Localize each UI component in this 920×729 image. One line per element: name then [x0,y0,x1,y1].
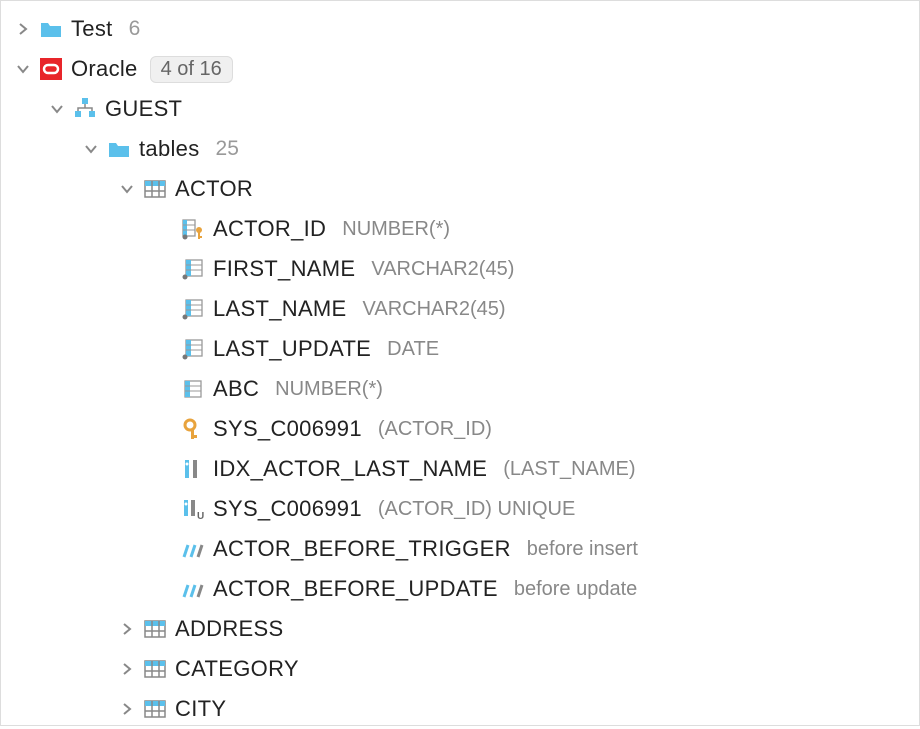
tree-label: tables [139,136,200,162]
oracle-icon [39,57,63,81]
tree-item-index[interactable]: IDX_ACTOR_LAST_NAME (LAST_NAME) [1,449,919,489]
svg-text:U: U [197,511,204,521]
tree-label: Oracle [71,56,138,82]
column-icon [181,377,205,401]
tree-item-key[interactable]: SYS_C006991 (ACTOR_ID) [1,409,919,449]
tree-item-table-category[interactable]: CATEGORY [1,649,919,689]
tree-item-oracle[interactable]: Oracle 4 of 16 [1,49,919,89]
chevron-right-icon [119,701,135,717]
index-meta: (LAST_NAME) [503,458,635,481]
tree-label: Test [71,16,113,42]
folder-icon [39,17,63,41]
column-dot-icon [181,257,205,281]
chevron-right-icon [119,661,135,677]
index-meta: (ACTOR_ID) UNIQUE [378,498,575,521]
schema-icon [73,97,97,121]
chevron-right-icon [119,621,135,637]
tree-item-table-address[interactable]: ADDRESS [1,609,919,649]
column-type: NUMBER(*) [275,378,383,401]
index-name: IDX_ACTOR_LAST_NAME [213,456,487,482]
tree-item-column[interactable]: FIRST_NAME VARCHAR2(45) [1,249,919,289]
column-name: LAST_UPDATE [213,336,371,362]
tree-label: CITY [175,696,226,722]
tree-badge: 4 of 16 [150,56,233,83]
tree-item-index[interactable]: U SYS_C006991 (ACTOR_ID) UNIQUE [1,489,919,529]
tree-label: CATEGORY [175,656,299,682]
tree-item-schema-guest[interactable]: GUEST [1,89,919,129]
table-icon [143,697,167,721]
tree-item-table-city[interactable]: CITY [1,689,919,729]
trigger-name: ACTOR_BEFORE_UPDATE [213,576,498,602]
trigger-icon [181,577,205,601]
tree-count: 25 [216,137,239,161]
key-meta: (ACTOR_ID) [378,418,492,441]
tree-item-column[interactable]: ABC NUMBER(*) [1,369,919,409]
column-type: DATE [387,338,439,361]
column-dot-icon [181,337,205,361]
table-icon [143,657,167,681]
tree-item-table-actor[interactable]: ACTOR [1,169,919,209]
folder-icon [107,137,131,161]
column-name: ABC [213,376,259,402]
column-dot-icon [181,297,205,321]
chevron-down-icon [49,101,65,117]
chevron-down-icon [119,181,135,197]
tree-item-test[interactable]: Test 6 [1,9,919,49]
trigger-meta: before update [514,578,637,601]
index-icon [181,457,205,481]
tree-item-column[interactable]: LAST_NAME VARCHAR2(45) [1,289,919,329]
tree-item-trigger[interactable]: ACTOR_BEFORE_TRIGGER before insert [1,529,919,569]
key-name: SYS_C006991 [213,416,362,442]
table-icon [143,617,167,641]
key-icon [181,417,205,441]
column-type: NUMBER(*) [342,218,450,241]
trigger-meta: before insert [527,538,638,561]
chevron-down-icon [83,141,99,157]
tree-item-tables[interactable]: tables 25 [1,129,919,169]
trigger-name: ACTOR_BEFORE_TRIGGER [213,536,511,562]
column-type: VARCHAR2(45) [371,258,514,281]
tree-label: GUEST [105,96,182,122]
pk-column-icon [181,217,205,241]
tree-label: ACTOR [175,176,253,202]
tree-item-column[interactable]: ACTOR_ID NUMBER(*) [1,209,919,249]
table-icon [143,177,167,201]
index-name: SYS_C006991 [213,496,362,522]
column-name: FIRST_NAME [213,256,355,282]
tree-label: ADDRESS [175,616,283,642]
column-name: LAST_NAME [213,296,347,322]
tree-count: 6 [129,17,141,41]
tree-item-trigger[interactable]: ACTOR_BEFORE_UPDATE before update [1,569,919,609]
column-type: VARCHAR2(45) [363,298,506,321]
index-unique-icon: U [181,497,205,521]
chevron-right-icon [15,21,31,37]
chevron-down-icon [15,61,31,77]
column-name: ACTOR_ID [213,216,326,242]
tree-item-column[interactable]: LAST_UPDATE DATE [1,329,919,369]
trigger-icon [181,537,205,561]
